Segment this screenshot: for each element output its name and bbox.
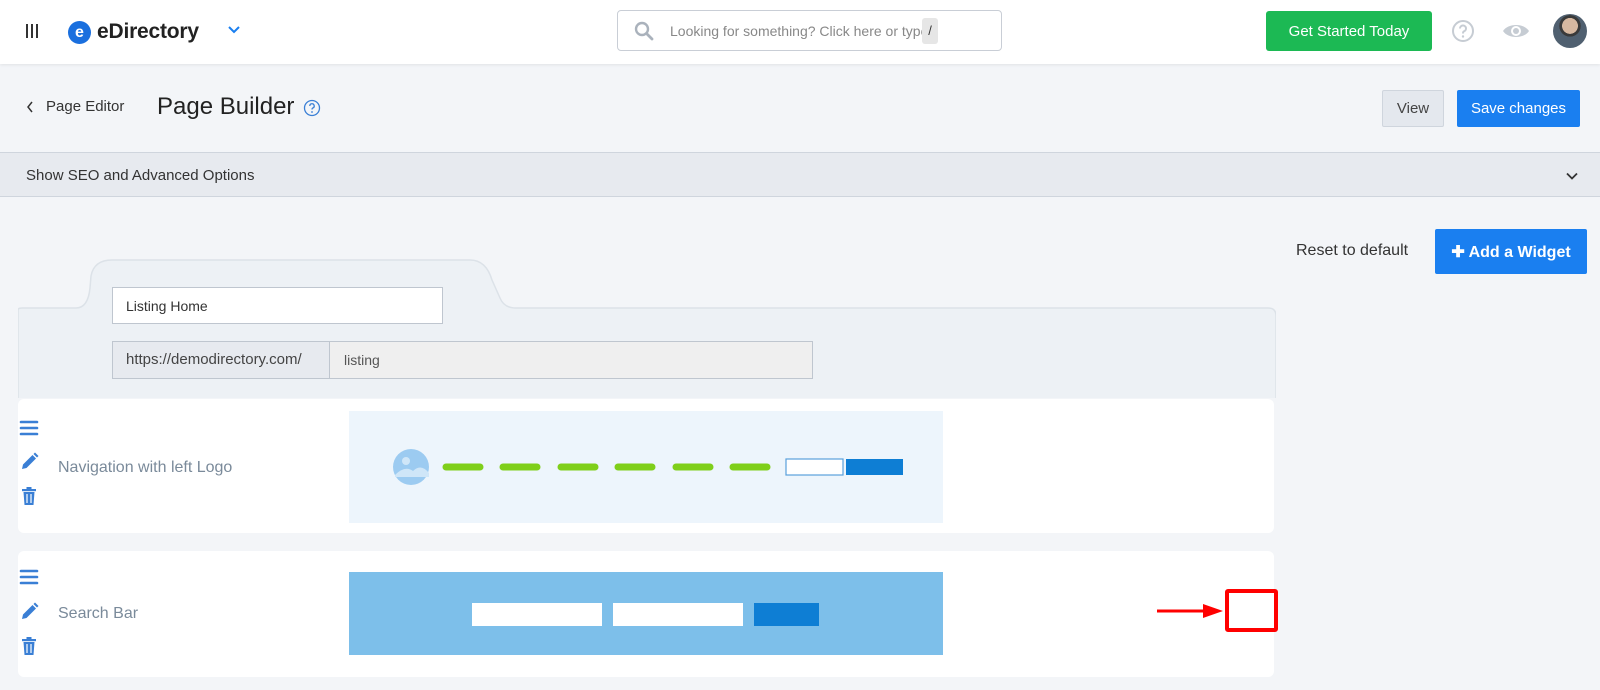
search-icon xyxy=(634,21,654,41)
get-started-button[interactable]: Get Started Today xyxy=(1266,11,1432,51)
widget-card: Search Bar xyxy=(18,551,1274,677)
view-button[interactable]: View xyxy=(1382,90,1444,127)
avatar[interactable] xyxy=(1553,14,1587,48)
back-link[interactable]: Page Editor xyxy=(26,98,124,115)
reset-to-default-link[interactable]: Reset to default xyxy=(1296,242,1408,260)
page-name-input[interactable] xyxy=(112,287,443,324)
chevron-down-icon xyxy=(1566,172,1578,180)
navigation-widget-preview xyxy=(349,411,943,523)
top-bar: e eDirectory Looking for something? Clic… xyxy=(0,0,1600,64)
help-icon[interactable] xyxy=(1451,19,1475,43)
search-placeholder: Looking for something? Click here or typ… xyxy=(670,23,929,39)
widget-card: Navigation with left Logo xyxy=(18,399,1274,533)
drag-handle-icon[interactable] xyxy=(18,417,40,439)
url-field: https://demodirectory.com/ xyxy=(112,341,813,379)
chevron-left-icon xyxy=(27,101,33,112)
edit-icon[interactable] xyxy=(18,601,40,623)
seo-options-toggle[interactable]: Show SEO and Advanced Options xyxy=(0,152,1600,197)
edit-highlight-box xyxy=(1225,589,1278,632)
search-shortcut-key: / xyxy=(922,18,938,44)
add-widget-button[interactable]: ✚ Add a Widget xyxy=(1435,229,1587,274)
save-changes-button[interactable]: Save changes xyxy=(1457,90,1580,127)
search-input[interactable]: Looking for something? Click here or typ… xyxy=(617,10,1002,51)
arrow-right-icon xyxy=(1157,604,1223,618)
drag-handle-icon[interactable] xyxy=(18,566,40,588)
seo-options-label: Show SEO and Advanced Options xyxy=(26,167,255,184)
url-prefix: https://demodirectory.com/ xyxy=(113,342,330,378)
page-title: Page Builder xyxy=(157,93,295,120)
help-icon[interactable] xyxy=(303,99,321,117)
eye-icon[interactable] xyxy=(1502,20,1530,42)
search-bar-widget-preview xyxy=(349,572,943,655)
chevron-down-icon[interactable] xyxy=(226,22,242,38)
brand-logo-icon: e xyxy=(68,20,91,44)
brand-name: eDirectory xyxy=(97,20,199,43)
edit-icon[interactable] xyxy=(18,451,40,473)
url-slug-input[interactable] xyxy=(330,342,812,378)
brand[interactable]: e eDirectory xyxy=(68,18,199,46)
plus-icon: ✚ xyxy=(1451,243,1465,261)
widget-name: Navigation with left Logo xyxy=(58,459,233,476)
menu-icon[interactable] xyxy=(26,22,40,40)
trash-icon[interactable] xyxy=(18,635,40,657)
add-widget-label: Add a Widget xyxy=(1468,243,1571,261)
widget-name: Search Bar xyxy=(58,605,139,622)
trash-icon[interactable] xyxy=(18,485,40,507)
back-label: Page Editor xyxy=(46,98,125,115)
